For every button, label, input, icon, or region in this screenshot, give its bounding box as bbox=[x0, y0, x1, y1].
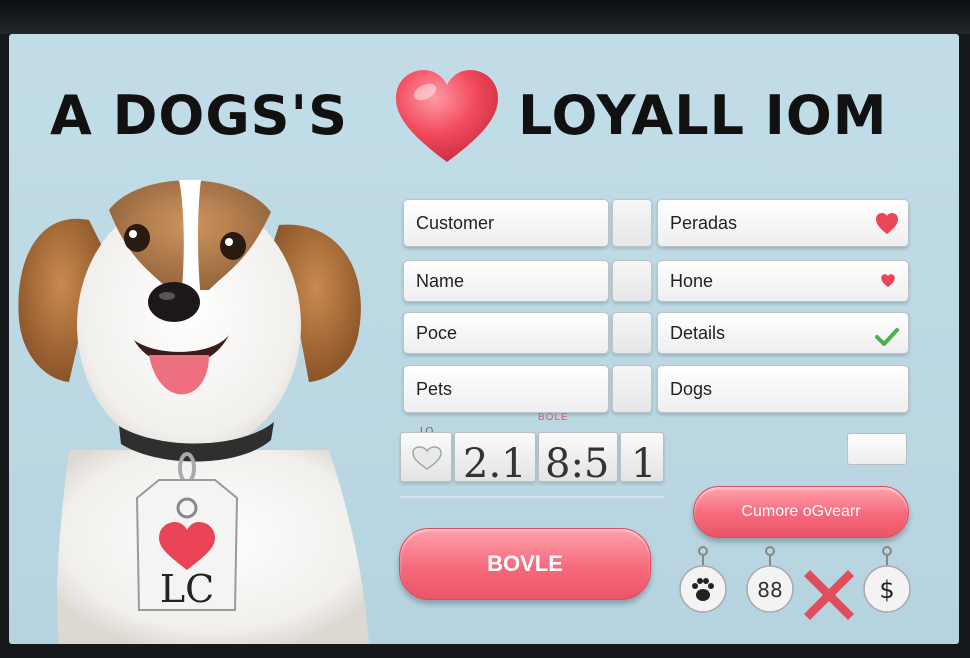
paw-icon[interactable] bbox=[676, 545, 730, 615]
details-field[interactable]: Details bbox=[657, 312, 909, 354]
field-label: Hone bbox=[670, 271, 714, 291]
peradas-field[interactable]: Peradas bbox=[657, 199, 909, 247]
title-right-text: LOYALL IOM bbox=[518, 84, 888, 147]
counter-dial[interactable] bbox=[400, 432, 452, 482]
field-toggle[interactable] bbox=[612, 365, 652, 413]
poce-field[interactable]: Poce bbox=[403, 312, 609, 354]
counter-cell: 2.1 bbox=[454, 432, 536, 487]
counter-digits: 8:5 bbox=[545, 441, 610, 487]
charm-text: 88 bbox=[757, 578, 782, 602]
link-icon[interactable]: 88 bbox=[743, 545, 797, 615]
close-icon[interactable] bbox=[802, 556, 856, 626]
counter-digits: 2.1 bbox=[463, 441, 527, 487]
tag-label: LC bbox=[160, 567, 214, 611]
field-toggle[interactable] bbox=[612, 260, 652, 302]
counter-digits: 1 bbox=[631, 441, 657, 487]
field-label: Name bbox=[416, 271, 465, 291]
field-label: Dogs bbox=[670, 379, 713, 399]
heart-outline-icon bbox=[412, 446, 442, 470]
dollar-icon[interactable]: $ bbox=[860, 545, 914, 615]
checkmark-icon bbox=[875, 328, 899, 346]
title-left-text: A DOGS'S bbox=[50, 84, 348, 147]
heart-icon bbox=[876, 213, 898, 234]
field-label: Customer bbox=[416, 213, 495, 233]
pets-field[interactable]: Pets bbox=[403, 365, 609, 413]
name-field[interactable]: Name bbox=[403, 260, 609, 302]
field-label: Details bbox=[670, 323, 726, 343]
customer-field[interactable]: Customer bbox=[403, 199, 609, 247]
page-title: A DOGS'S LOYALL IOM bbox=[44, 62, 924, 162]
field-label: Peradas bbox=[670, 213, 738, 233]
dogs-field[interactable]: Dogs bbox=[657, 365, 909, 413]
counter-caption: BOLE bbox=[538, 412, 569, 423]
charm-text: $ bbox=[879, 576, 894, 604]
primary-button[interactable]: BOVLE bbox=[399, 528, 651, 600]
heart-logo-icon bbox=[396, 70, 498, 162]
counter-cell: 1 bbox=[620, 432, 664, 487]
field-toggle[interactable] bbox=[612, 199, 652, 247]
field-label: Pets bbox=[416, 379, 453, 399]
secondary-button[interactable]: Cumore oGvearr bbox=[693, 486, 909, 538]
hone-field[interactable]: Hone bbox=[657, 260, 909, 302]
divider bbox=[400, 496, 664, 498]
counter-cell: 8:5 bbox=[538, 432, 618, 487]
monitor-bezel bbox=[0, 0, 970, 34]
field-toggle[interactable] bbox=[612, 312, 652, 354]
field-label: Poce bbox=[416, 323, 458, 343]
counter-display: LO BOLE 2.1 8:5 1 bbox=[400, 412, 664, 487]
small-input[interactable] bbox=[847, 433, 907, 465]
puppy-image: LC bbox=[18, 180, 369, 644]
small-heart-icon bbox=[881, 274, 895, 288]
